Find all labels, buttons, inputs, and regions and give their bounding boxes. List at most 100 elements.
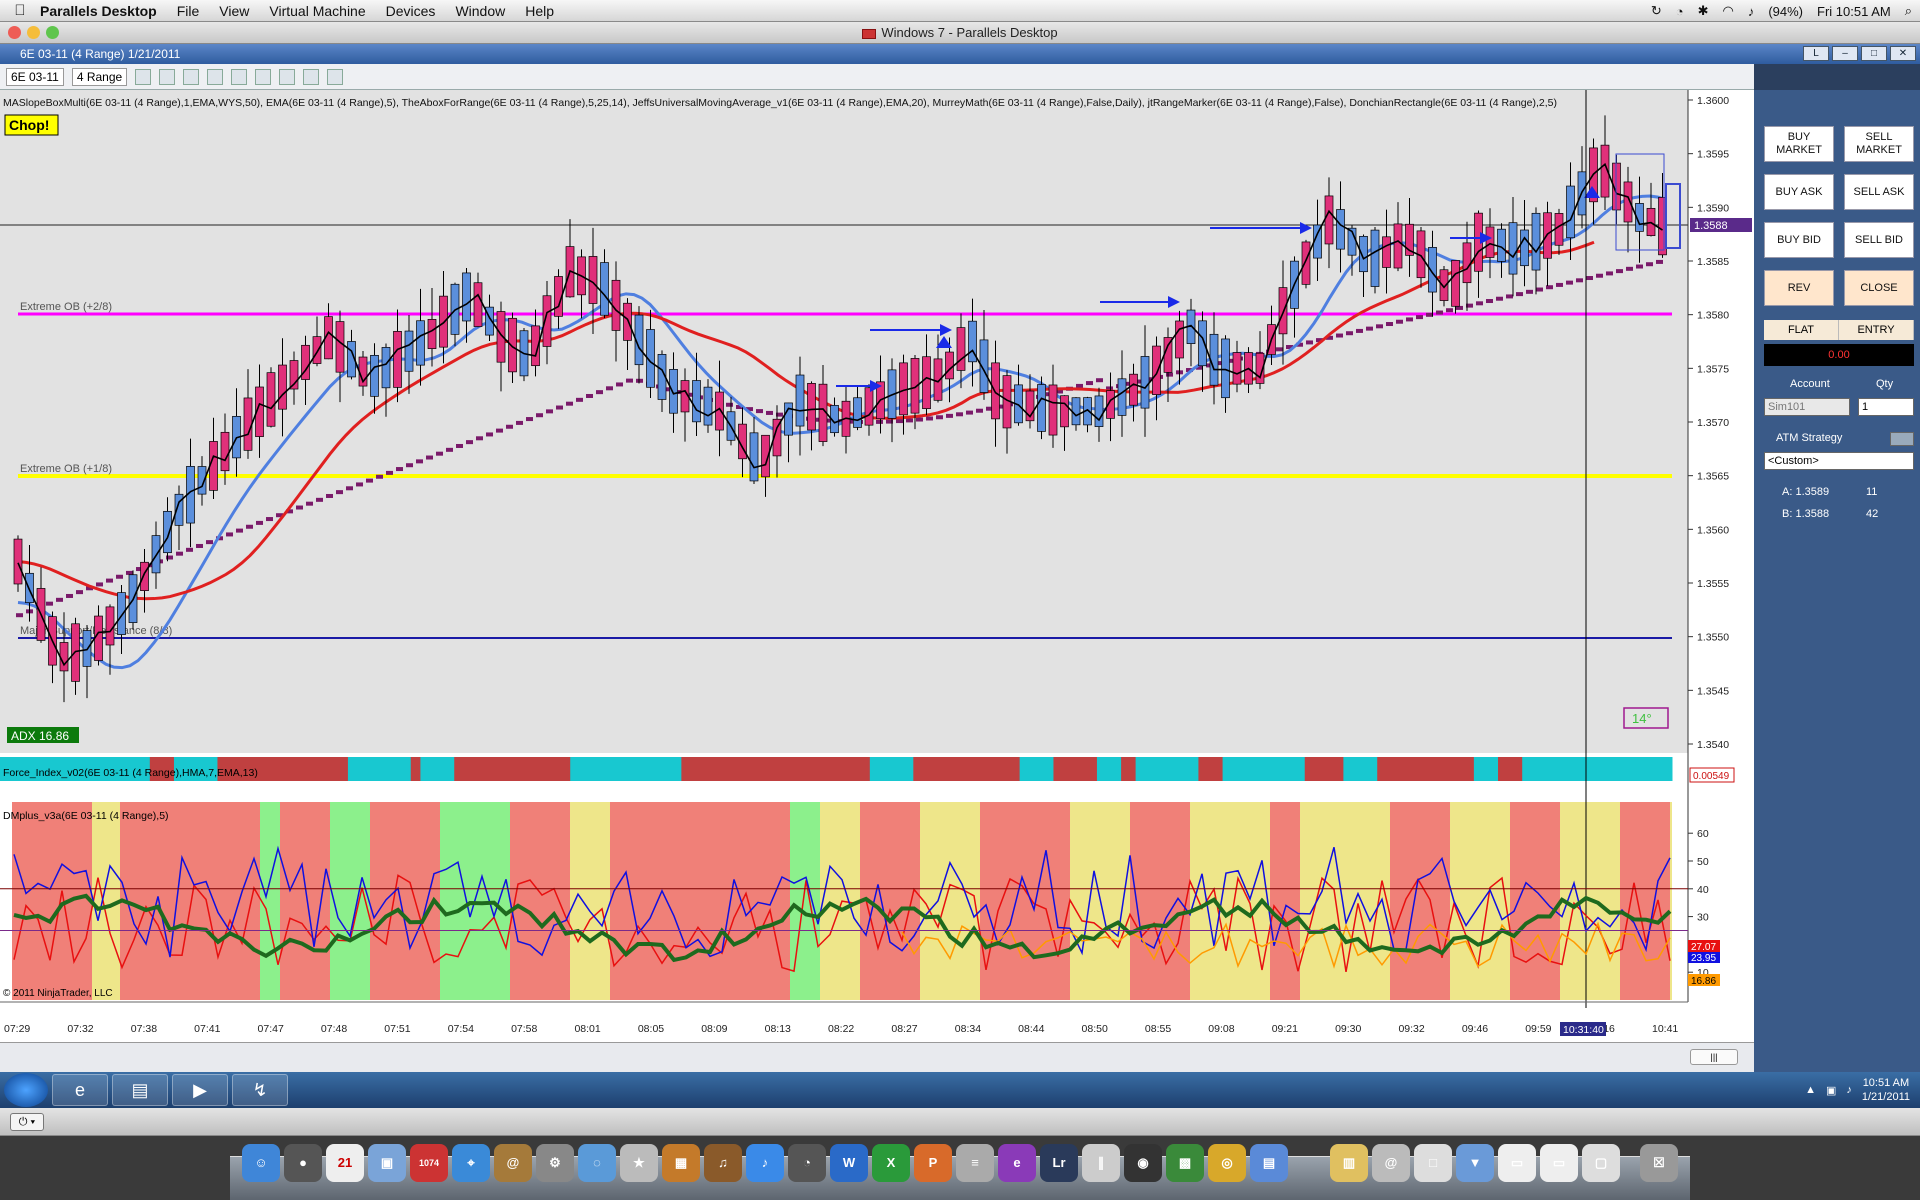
buy-ask-button[interactable]: BUY ASK	[1764, 174, 1834, 210]
system-preferences-icon[interactable]: ⚙	[536, 1144, 574, 1182]
sell-market-button[interactable]: SELL MARKET	[1844, 126, 1914, 162]
tray-arrow-icon[interactable]: ▲	[1805, 1084, 1816, 1096]
force-index-bar	[1430, 757, 1436, 781]
vm-power-button[interactable]: ⏻ ▾	[10, 1113, 44, 1131]
screenshot-stack-2-icon[interactable]: ▭	[1540, 1144, 1578, 1182]
chart-minimize-button[interactable]: –	[1832, 46, 1858, 61]
app-menu[interactable]: Parallels Desktop	[40, 3, 157, 19]
window-close-button[interactable]	[8, 26, 21, 39]
ical-icon[interactable]: 21	[326, 1144, 364, 1182]
close-position-button[interactable]: CLOSE	[1844, 270, 1914, 306]
iphoto-icon[interactable]: ▣	[368, 1144, 406, 1182]
itunes-icon[interactable]: ♪	[746, 1144, 784, 1182]
menu-view[interactable]: View	[219, 3, 249, 19]
qty-input[interactable]: 1	[1858, 398, 1914, 416]
screenshot-stack-icon[interactable]: ▭	[1498, 1144, 1536, 1182]
window-zoom-button[interactable]	[46, 26, 59, 39]
wifi-icon[interactable]: ◠	[1722, 3, 1733, 19]
downloads-stack-icon[interactable]: ▼	[1456, 1144, 1494, 1182]
mail-badge-icon[interactable]: 1074	[410, 1144, 448, 1182]
taskbar-clock[interactable]: 10:51 AM 1/21/2011	[1862, 1076, 1910, 1104]
crosshair-icon[interactable]	[207, 68, 224, 85]
excel-icon[interactable]: X	[872, 1144, 910, 1182]
dashboard-icon[interactable]: ●	[284, 1144, 322, 1182]
atm-strategy-select[interactable]: <Custom>	[1764, 452, 1914, 470]
ichat-icon[interactable]: ◌	[578, 1144, 616, 1182]
menu-devices[interactable]: Devices	[386, 3, 436, 19]
safari-icon[interactable]: ⌖	[452, 1144, 490, 1182]
window-minimize-button[interactable]	[27, 26, 40, 39]
account-select[interactable]: Sim101	[1764, 398, 1850, 416]
data-box-icon[interactable]	[255, 68, 272, 85]
pencil-icon[interactable]	[159, 68, 176, 85]
candle-down	[991, 362, 1000, 420]
strategies-icon[interactable]	[303, 68, 320, 85]
force-index-bar	[367, 757, 373, 781]
chart-restore-button[interactable]: □	[1861, 46, 1887, 61]
bluetooth-icon[interactable]: ✱	[1698, 3, 1709, 19]
chart-horizontal-scrollbar[interactable]: |||	[0, 1042, 1754, 1072]
buy-bid-button[interactable]: BUY BID	[1764, 222, 1834, 258]
murrey-dash	[176, 551, 183, 556]
lightroom-icon[interactable]: Lr	[1040, 1144, 1078, 1182]
trash-icon[interactable]: ☒	[1640, 1144, 1678, 1182]
scrollbar-thumb[interactable]: |||	[1690, 1049, 1738, 1065]
applications-folder-icon[interactable]: ▥	[1330, 1144, 1368, 1182]
windows-start-button[interactable]	[4, 1073, 48, 1107]
chart-link-button[interactable]: L	[1803, 46, 1829, 61]
properties-icon[interactable]	[327, 68, 344, 85]
dock-app-icon[interactable]: ▤	[1250, 1144, 1288, 1182]
atm-strategy-settings-button[interactable]	[1890, 432, 1914, 446]
spotlight-icon[interactable]: ⌕	[1905, 3, 1912, 19]
entourage-icon[interactable]: e	[998, 1144, 1036, 1182]
indicators-icon[interactable]	[279, 68, 296, 85]
chart-close-button[interactable]: ✕	[1890, 46, 1916, 61]
photo-booth-icon[interactable]: ▦	[662, 1144, 700, 1182]
apple-menu-icon[interactable]: 	[0, 2, 40, 19]
reverse-button[interactable]: REV	[1764, 270, 1834, 306]
sell-ask-button[interactable]: SELL ASK	[1844, 174, 1914, 210]
powerpoint-icon[interactable]: P	[914, 1144, 952, 1182]
price-chart[interactable]: Extreme OB (+2/8) Extreme OB (+1/8) Majo…	[0, 90, 1754, 1042]
tray-volume-icon[interactable]: ♪	[1846, 1084, 1852, 1096]
bar-type-icon[interactable]	[135, 68, 152, 85]
camera-icon[interactable]: ◉	[1124, 1144, 1162, 1182]
mail-stack-icon[interactable]: @	[1372, 1144, 1410, 1182]
vm-app-icon[interactable]: ▩	[1166, 1144, 1204, 1182]
menu-window[interactable]: Window	[455, 3, 505, 19]
time-machine-dock-icon[interactable]: ◔	[788, 1144, 826, 1182]
chrome-icon[interactable]: ◎	[1208, 1144, 1246, 1182]
garageband-icon[interactable]: ♫	[704, 1144, 742, 1182]
menu-help[interactable]: Help	[525, 3, 554, 19]
media-player-icon[interactable]: ▶	[172, 1074, 228, 1106]
volume-icon[interactable]: ♪	[1748, 4, 1755, 19]
finder-icon[interactable]: ☺	[242, 1144, 280, 1182]
zoom-icon[interactable]	[231, 68, 248, 85]
calculator-icon[interactable]: ≡	[956, 1144, 994, 1182]
menubar-clock[interactable]: Fri 10:51 AM	[1817, 4, 1891, 19]
period-select[interactable]: 4 Range	[71, 67, 128, 86]
sync-icon[interactable]: ↻	[1651, 3, 1662, 19]
file-explorer-icon[interactable]: ▤	[112, 1074, 168, 1106]
parallels-dock-icon[interactable]: ∥	[1082, 1144, 1120, 1182]
time-machine-icon[interactable]: ◔	[1676, 4, 1684, 19]
buy-market-button[interactable]: BUY MARKET	[1764, 126, 1834, 162]
force-index-bar	[434, 757, 441, 781]
sell-bid-button[interactable]: SELL BID	[1844, 222, 1914, 258]
chart-caption-text: 6E 03-11 (4 Range) 1/21/2011	[20, 47, 181, 61]
address-book-icon[interactable]: @	[494, 1144, 532, 1182]
menu-virtual-machine[interactable]: Virtual Machine	[269, 3, 365, 19]
draw-tool-icon[interactable]	[183, 68, 200, 85]
preview-icon[interactable]: ★	[620, 1144, 658, 1182]
battery-status[interactable]: (94%)	[1768, 4, 1803, 19]
word-icon[interactable]: W	[830, 1144, 868, 1182]
instrument-select[interactable]: 6E 03-11	[6, 67, 64, 86]
documents-stack-icon[interactable]: □	[1414, 1144, 1452, 1182]
ninjatrader-taskbar-icon[interactable]: ↯	[232, 1074, 288, 1106]
force-index-bar	[1130, 757, 1137, 781]
tray-network-icon[interactable]: ▣	[1826, 1084, 1836, 1097]
stack-3-icon[interactable]: ▢	[1582, 1144, 1620, 1182]
internet-explorer-icon[interactable]: e	[52, 1074, 108, 1106]
murrey-dash	[1656, 259, 1663, 264]
menu-file[interactable]: File	[177, 3, 200, 19]
